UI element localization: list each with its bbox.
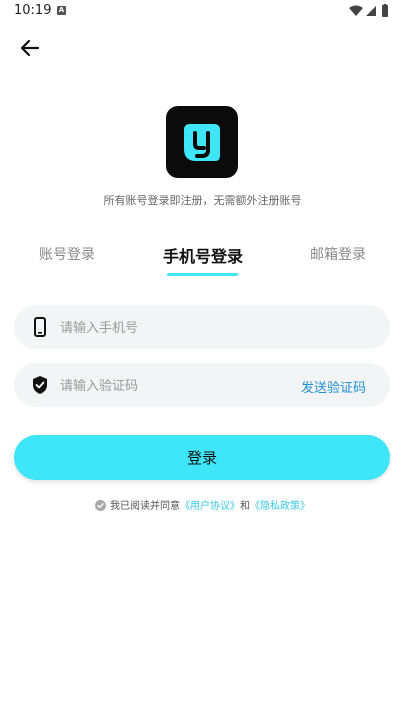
app-logo-icon bbox=[184, 124, 220, 161]
agreement-prefix: 我已阅读并同意 bbox=[110, 501, 180, 512]
agreement-checkbox[interactable] bbox=[95, 500, 106, 511]
code-field: 发送验证码 bbox=[14, 363, 390, 409]
code-input[interactable] bbox=[58, 363, 302, 409]
user-agreement-link[interactable]: 《用户协议》 bbox=[180, 501, 240, 512]
phone-icon bbox=[30, 317, 50, 337]
privacy-policy-link[interactable]: 《隐私政策》 bbox=[250, 501, 310, 512]
agreement-row: 我已阅读并同意《用户协议》和《隐私政策》 bbox=[0, 497, 405, 512]
battery-icon bbox=[382, 4, 388, 17]
status-bar: 10:19 A bbox=[0, 0, 405, 24]
active-tab-indicator bbox=[167, 273, 238, 276]
tab-phone-login[interactable]: 手机号登录 bbox=[163, 243, 243, 267]
notification-a-icon: A bbox=[57, 6, 66, 15]
tab-email-login[interactable]: 邮箱登录 bbox=[310, 244, 366, 264]
status-icons bbox=[349, 4, 393, 18]
tab-account-login[interactable]: 账号登录 bbox=[39, 244, 95, 264]
app-logo bbox=[166, 106, 238, 178]
login-subtitle: 所有账号登录即注册，无需额外注册账号 bbox=[103, 194, 302, 207]
check-icon bbox=[97, 503, 104, 509]
wifi-icon bbox=[349, 5, 363, 16]
shield-icon bbox=[30, 375, 50, 395]
send-code-button[interactable]: 发送验证码 bbox=[301, 377, 366, 396]
signal-icon bbox=[366, 6, 376, 16]
phone-input[interactable] bbox=[58, 305, 302, 351]
agreement-and: 和 bbox=[240, 501, 250, 512]
arrow-left-icon bbox=[20, 39, 40, 57]
status-time: 10:19 bbox=[14, 3, 52, 18]
login-button[interactable]: 登录 bbox=[14, 435, 390, 480]
back-button[interactable] bbox=[16, 34, 44, 62]
login-tabs: 账号登录 手机号登录 邮箱登录 bbox=[0, 244, 405, 280]
phone-field bbox=[14, 305, 390, 351]
